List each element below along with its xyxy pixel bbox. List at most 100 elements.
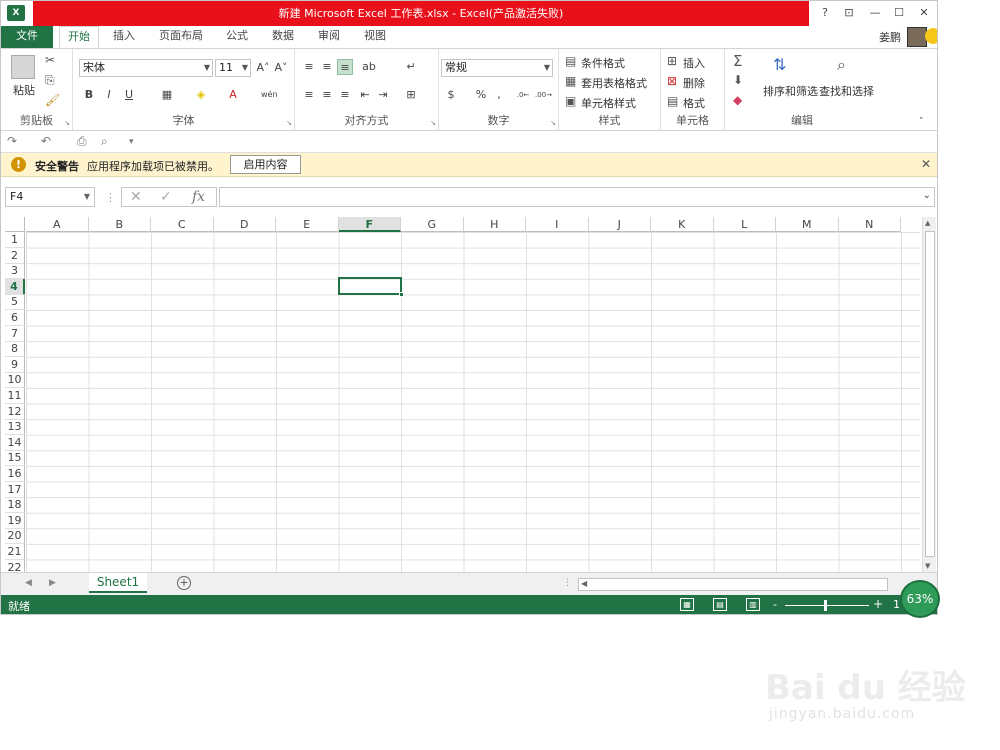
expand-formula-icon[interactable]: ⌄: [923, 190, 931, 201]
zoom-out-button[interactable]: -: [773, 598, 777, 611]
horizontal-scrollbar[interactable]: ◀: [578, 578, 888, 591]
row-header[interactable]: 4: [5, 278, 25, 295]
minimize-button[interactable]: —: [864, 4, 886, 22]
align-middle-icon[interactable]: ≡: [319, 59, 335, 75]
row-header[interactable]: 18: [5, 497, 25, 514]
ribbon-display-options-icon[interactable]: ⊡: [838, 4, 860, 22]
row-header[interactable]: 15: [5, 450, 25, 467]
tab-file[interactable]: 文件: [1, 26, 53, 48]
fill-handle[interactable]: [399, 292, 404, 297]
zoom-slider-thumb[interactable]: [824, 600, 827, 611]
tab-page-layout[interactable]: 页面布局: [151, 26, 211, 48]
column-header[interactable]: I: [526, 217, 589, 232]
zoom-in-button[interactable]: +: [873, 597, 883, 611]
zoom-level-partial[interactable]: 1: [893, 598, 900, 611]
copy-icon[interactable]: ⎘: [45, 73, 55, 88]
clipboard-dialog-launcher-icon[interactable]: ↘: [64, 119, 70, 127]
clear-icon[interactable]: ◆: [733, 93, 742, 107]
vertical-scroll-thumb[interactable]: [925, 231, 935, 557]
column-header[interactable]: A: [26, 217, 89, 232]
paste-label[interactable]: 粘贴: [13, 82, 35, 98]
column-header[interactable]: N: [838, 217, 901, 232]
phonetic-icon[interactable]: wén: [261, 87, 278, 103]
format-as-table-button[interactable]: 套用表格格式: [581, 75, 647, 91]
fill-color-icon[interactable]: ◈: [193, 87, 209, 103]
cancel-entry-icon[interactable]: ✕: [130, 189, 142, 205]
comma-button[interactable]: ,: [491, 87, 507, 103]
accounting-format-icon[interactable]: $: [443, 87, 459, 103]
row-header[interactable]: 6: [5, 310, 25, 326]
conditional-format-button[interactable]: 条件格式: [581, 55, 625, 71]
name-box[interactable]: F4 ▼: [5, 187, 95, 207]
column-header[interactable]: G: [401, 217, 464, 232]
row-header[interactable]: 2: [5, 247, 25, 264]
print-preview-icon[interactable]: ⎙: [77, 134, 87, 149]
bold-button[interactable]: B: [81, 87, 97, 103]
insert-function-button[interactable]: fx: [192, 189, 205, 205]
row-header[interactable]: 22: [5, 559, 25, 572]
print-icon[interactable]: ⌕: [101, 134, 108, 149]
confirm-entry-icon[interactable]: ✓: [160, 189, 172, 205]
maximize-button[interactable]: ☐: [888, 4, 910, 22]
align-center-icon[interactable]: ≡: [319, 87, 335, 103]
sort-filter-button[interactable]: 排序和筛选: [763, 83, 818, 99]
page-layout-view-icon[interactable]: ▤: [713, 598, 727, 611]
zoom-badge[interactable]: 63%: [900, 580, 940, 618]
increase-decimal-icon[interactable]: .0←: [515, 87, 531, 103]
user-name[interactable]: 姜鹏: [879, 29, 901, 45]
number-format-select[interactable]: 常规 ▼: [441, 59, 553, 77]
close-icon[interactable]: ✕: [921, 157, 931, 171]
excel-logo-icon[interactable]: X: [7, 5, 25, 21]
row-header[interactable]: 19: [5, 512, 25, 529]
column-header[interactable]: B: [88, 217, 151, 232]
tab-insert[interactable]: 插入: [104, 26, 144, 48]
percent-button[interactable]: %: [473, 87, 489, 103]
row-header[interactable]: 5: [5, 294, 25, 311]
column-header[interactable]: M: [776, 217, 839, 232]
page-break-view-icon[interactable]: ▥: [746, 598, 760, 611]
tab-home[interactable]: 开始: [59, 26, 99, 49]
orientation-icon[interactable]: ab: [361, 59, 377, 75]
fill-down-icon[interactable]: ⬇: [733, 73, 743, 87]
column-header[interactable]: C: [151, 217, 214, 232]
scroll-up-icon[interactable]: ▲: [925, 219, 930, 227]
sheet-tab[interactable]: Sheet1: [89, 573, 147, 593]
increase-font-icon[interactable]: A˄: [255, 60, 271, 76]
font-color-icon[interactable]: A: [225, 87, 241, 103]
help-icon[interactable]: ?: [814, 4, 836, 22]
close-button[interactable]: ✕: [913, 4, 935, 22]
row-header[interactable]: 12: [5, 403, 25, 420]
select-all-corner[interactable]: [5, 217, 25, 232]
vertical-scrollbar[interactable]: ▲ ▼: [922, 217, 936, 572]
find-select-button[interactable]: 查找和选择: [819, 83, 874, 99]
row-header[interactable]: 11: [5, 388, 25, 404]
scroll-left-icon[interactable]: ◀: [581, 579, 587, 588]
feedback-smile-icon[interactable]: [925, 28, 937, 44]
paste-icon[interactable]: [11, 55, 35, 79]
row-header[interactable]: 7: [5, 325, 25, 342]
row-header[interactable]: 9: [5, 356, 25, 373]
column-header[interactable]: J: [588, 217, 651, 232]
tab-review[interactable]: 审阅: [309, 26, 349, 48]
add-sheet-icon[interactable]: +: [177, 576, 191, 590]
format-painter-icon[interactable]: 🖌: [45, 93, 60, 107]
row-header[interactable]: 1: [5, 232, 25, 248]
avatar[interactable]: [907, 27, 927, 47]
row-header[interactable]: 14: [5, 434, 25, 451]
row-header[interactable]: 17: [5, 481, 25, 498]
border-icon[interactable]: ▦: [159, 87, 175, 103]
tab-formulas[interactable]: 公式: [217, 26, 257, 48]
row-header[interactable]: 16: [5, 466, 25, 482]
decrease-indent-icon[interactable]: ⇤: [357, 87, 373, 103]
cell-styles-button[interactable]: 单元格样式: [581, 95, 636, 111]
align-right-icon[interactable]: ≡: [337, 87, 353, 103]
merge-center-icon[interactable]: ⊞: [403, 87, 419, 103]
align-top-icon[interactable]: ≡: [301, 59, 317, 75]
number-dialog-launcher-icon[interactable]: ↘: [550, 119, 556, 127]
row-header[interactable]: 8: [5, 341, 25, 358]
column-header[interactable]: K: [651, 217, 714, 232]
align-bottom-icon[interactable]: ≡: [337, 59, 353, 75]
format-cells-button[interactable]: 格式: [683, 95, 705, 111]
italic-button[interactable]: I: [101, 87, 117, 103]
align-left-icon[interactable]: ≡: [301, 87, 317, 103]
